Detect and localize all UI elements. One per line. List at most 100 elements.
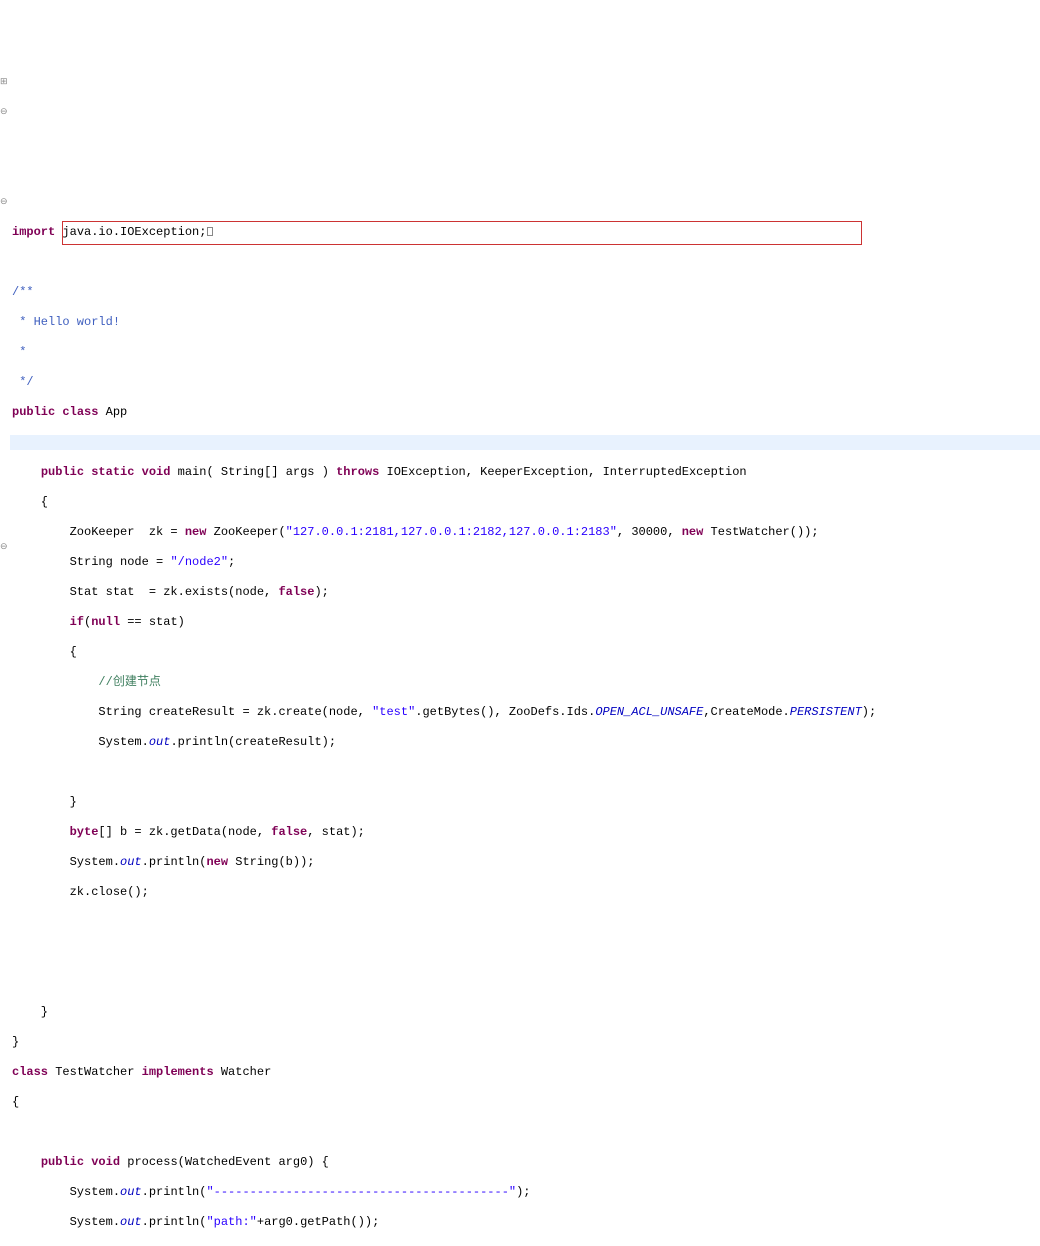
- keyword: false: [278, 585, 314, 599]
- comment: /**: [12, 285, 34, 299]
- code-line[interactable]: [12, 195, 1040, 210]
- keyword: class: [62, 405, 98, 419]
- string: "/node2": [170, 555, 228, 569]
- text: {: [12, 645, 77, 659]
- text: +arg0.getType());: [257, 1245, 379, 1246]
- keyword: public: [41, 1155, 84, 1169]
- text: }: [12, 1005, 48, 1019]
- text: );: [314, 585, 328, 599]
- text: }: [12, 795, 77, 809]
- code-line[interactable]: class TestWatcher implements Watcher: [12, 1065, 1040, 1080]
- comment: *: [12, 345, 26, 359]
- keyword: implements: [142, 1065, 214, 1079]
- code-line[interactable]: System.out.println(createResult);: [12, 735, 1040, 750]
- text: ,CreateMode.: [703, 705, 789, 719]
- code-line[interactable]: */: [12, 375, 1040, 390]
- keyword: void: [91, 1155, 120, 1169]
- text: ;: [228, 555, 235, 569]
- code-line[interactable]: System.out.println(new String(b));: [12, 855, 1040, 870]
- code-line[interactable]: [12, 255, 1040, 270]
- code-area[interactable]: import java.io.IOException; /** * Hello …: [0, 180, 1040, 1246]
- keyword: import: [12, 225, 55, 239]
- keyword: class: [12, 1065, 48, 1079]
- text: String(b));: [228, 855, 314, 869]
- code-line[interactable]: public void process(WatchedEvent arg0) {: [12, 1155, 1040, 1170]
- field: out: [120, 1185, 142, 1199]
- text: .getBytes(), ZooDefs.Ids.: [415, 705, 595, 719]
- code-line[interactable]: }: [12, 795, 1040, 810]
- string: "type:": [206, 1245, 256, 1246]
- field: out: [120, 855, 142, 869]
- code-line[interactable]: ZooKeeper zk = new ZooKeeper("127.0.0.1:…: [12, 525, 1040, 540]
- keyword: new: [185, 525, 207, 539]
- code-line[interactable]: *: [12, 345, 1040, 360]
- text: .println(: [142, 855, 207, 869]
- text: );: [516, 1185, 530, 1199]
- keyword: false: [271, 825, 307, 839]
- text: ZooKeeper(: [206, 525, 285, 539]
- text: .println(: [142, 1245, 207, 1246]
- text: App: [106, 405, 128, 419]
- code-line[interactable]: /**: [12, 285, 1040, 300]
- text: ZooKeeper zk =: [12, 525, 185, 539]
- code-line[interactable]: [12, 765, 1040, 780]
- fold-marker[interactable]: [207, 227, 213, 236]
- collapse-icon[interactable]: ⊖: [0, 195, 8, 210]
- text: {: [12, 1095, 19, 1109]
- text: , stat);: [307, 825, 365, 839]
- code-line[interactable]: System.out.println("type:"+arg0.getType(…: [12, 1245, 1040, 1246]
- keyword: if: [70, 615, 84, 629]
- collapse-icon[interactable]: ⊖: [0, 540, 8, 555]
- string: "127.0.0.1:2181,127.0.0.1:2182,127.0.0.1…: [286, 525, 617, 539]
- expand-icon[interactable]: ⊞: [0, 75, 8, 90]
- text: == stat): [120, 615, 185, 629]
- code-line[interactable]: String createResult = zk.create(node, "t…: [12, 705, 1040, 720]
- text: Watcher: [221, 1065, 271, 1079]
- code-line[interactable]: [12, 915, 1040, 930]
- code-line[interactable]: String node = "/node2";: [12, 555, 1040, 570]
- text: .println(: [142, 1215, 207, 1229]
- code-line[interactable]: zk.close();: [12, 885, 1040, 900]
- field: out: [120, 1215, 142, 1229]
- code-line[interactable]: {: [12, 645, 1040, 660]
- keyword: void: [142, 465, 171, 479]
- code-line[interactable]: Stat stat = zk.exists(node, false);: [12, 585, 1040, 600]
- code-line[interactable]: }: [12, 1035, 1040, 1050]
- code-line[interactable]: }: [12, 1005, 1040, 1020]
- string: "test": [372, 705, 415, 719]
- code-line[interactable]: byte[] b = zk.getData(node, false, stat)…: [12, 825, 1040, 840]
- text: System.: [12, 735, 149, 749]
- constant: PERSISTENT: [790, 705, 862, 719]
- text: zk.close();: [12, 885, 149, 899]
- text: {: [12, 435, 19, 449]
- code-line[interactable]: //创建节点: [12, 675, 1040, 690]
- code-line[interactable]: {: [12, 1095, 1040, 1110]
- code-line[interactable]: {: [12, 495, 1040, 510]
- text: [] b = zk.getData(node,: [98, 825, 271, 839]
- code-line[interactable]: System.out.println("path:"+arg0.getPath(…: [12, 1215, 1040, 1230]
- code-line[interactable]: public static void main( String[] args )…: [12, 465, 1040, 480]
- code-line[interactable]: [12, 975, 1040, 990]
- code-line[interactable]: System.out.println("--------------------…: [12, 1185, 1040, 1200]
- text: }: [12, 1035, 19, 1049]
- text: process(WatchedEvent arg0) {: [127, 1155, 329, 1169]
- code-line[interactable]: {: [12, 435, 1040, 450]
- fold-gutter: ⊞ ⊖ ⊖ ⊖: [0, 60, 10, 150]
- keyword: public: [41, 465, 84, 479]
- keyword: static: [91, 465, 134, 479]
- text: );: [862, 705, 876, 719]
- keyword: public: [12, 405, 55, 419]
- code-editor[interactable]: ⊞ ⊖ ⊖ ⊖ import java.io.IOException; /** …: [0, 60, 1040, 1246]
- code-line[interactable]: * Hello world!: [12, 315, 1040, 330]
- code-line[interactable]: [12, 1125, 1040, 1140]
- text: String node =: [12, 555, 170, 569]
- keyword: new: [682, 525, 704, 539]
- field: out: [120, 1245, 142, 1246]
- collapse-icon[interactable]: ⊖: [0, 105, 8, 120]
- code-line[interactable]: import java.io.IOException;: [12, 225, 1040, 240]
- text: String createResult = zk.create(node,: [12, 705, 372, 719]
- text: .println(: [142, 1185, 207, 1199]
- text: System.: [12, 1245, 120, 1246]
- code-line[interactable]: [12, 945, 1040, 960]
- code-line[interactable]: public class App: [12, 405, 1040, 420]
